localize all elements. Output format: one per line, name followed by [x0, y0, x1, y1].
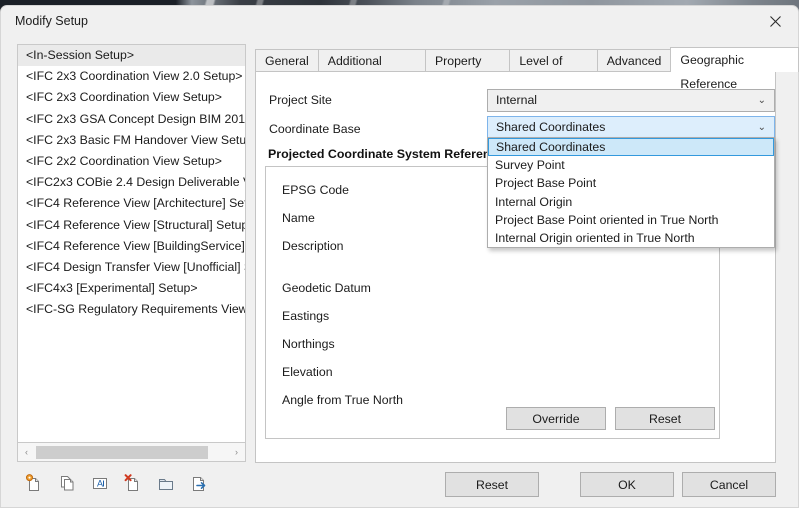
- tab-property-sets[interactable]: Property Sets: [424, 49, 511, 90]
- modify-setup-dialog: Modify Setup <In-Session Setup> <IFC 2x3…: [0, 5, 799, 508]
- geodetic-datum-label: Geodetic Datum: [282, 281, 371, 295]
- setup-list[interactable]: <In-Session Setup> <IFC 2x3 Coordination…: [17, 44, 246, 443]
- override-button[interactable]: Override: [506, 407, 606, 430]
- chevron-down-icon: ⌄: [757, 95, 766, 106]
- coordinate-base-dropdown[interactable]: Shared Coordinates Survey Point Project …: [487, 137, 775, 249]
- list-item[interactable]: <IFC4 Reference View [BuildingService] S…: [18, 236, 245, 257]
- ok-button[interactable]: OK: [580, 472, 674, 497]
- name-label: Name: [282, 211, 315, 225]
- dropdown-option[interactable]: Survey Point: [488, 156, 774, 174]
- list-item[interactable]: <IFC 2x3 Coordination View Setup>: [18, 87, 245, 108]
- tab-additional-content[interactable]: Additional Content: [317, 49, 426, 90]
- list-item[interactable]: <IFC 2x3 Coordination View 2.0 Setup>: [18, 66, 245, 87]
- elevation-label: Elevation: [282, 365, 333, 379]
- list-item[interactable]: <IFC 2x3 GSA Concept Design BIM 2010 Set…: [18, 109, 245, 130]
- tabstrip: General Additional Content Property Sets…: [255, 47, 799, 91]
- dropdown-option[interactable]: Shared Coordinates: [488, 138, 774, 157]
- list-item[interactable]: <IFC4 Reference View [Structural] Setup>: [18, 215, 245, 236]
- dialog-title: Modify Setup: [15, 14, 88, 28]
- tab-general[interactable]: General: [255, 49, 319, 72]
- section-heading: Projected Coordinate System Reference: [268, 147, 505, 161]
- project-site-label: Project Site: [269, 93, 332, 107]
- scroll-left-icon[interactable]: ‹: [18, 444, 35, 461]
- list-item[interactable]: <IFC4 Design Transfer View [Unofficial] …: [18, 257, 245, 278]
- project-site-value: Internal: [496, 93, 538, 107]
- dropdown-option[interactable]: Internal Origin: [488, 193, 774, 211]
- list-item[interactable]: <IFC 2x3 Basic FM Handover View Setup>: [18, 130, 245, 151]
- list-item[interactable]: <IFC-SG Regulatory Requirements View Set…: [18, 299, 245, 320]
- epsg-code-label: EPSG Code: [282, 183, 349, 197]
- cancel-button[interactable]: Cancel: [682, 472, 776, 497]
- reset-button[interactable]: Reset: [445, 472, 539, 497]
- dropdown-option[interactable]: Project Base Point: [488, 174, 774, 192]
- tab-geographic-reference[interactable]: Geographic Reference: [670, 47, 799, 91]
- list-item[interactable]: <IFC 2x2 Coordination View Setup>: [18, 151, 245, 172]
- dialog-titlebar: Modify Setup: [1, 6, 798, 38]
- angle-from-true-north-label: Angle from True North: [282, 393, 403, 407]
- chevron-down-icon: ⌄: [757, 122, 766, 133]
- setup-list-horizontal-scrollbar[interactable]: ‹ ›: [17, 443, 246, 462]
- coordinate-base-label: Coordinate Base: [269, 122, 361, 136]
- tab-advanced[interactable]: Advanced: [596, 49, 672, 72]
- northings-label: Northings: [282, 337, 335, 351]
- list-item[interactable]: <In-Session Setup>: [18, 45, 245, 67]
- eastings-label: Eastings: [282, 309, 330, 323]
- reset-coordinates-button[interactable]: Reset: [615, 407, 715, 430]
- dropdown-option[interactable]: Project Base Point oriented in True Nort…: [488, 211, 774, 229]
- dialog-footer: Reset OK Cancel: [1, 472, 799, 498]
- coordinate-base-combobox[interactable]: Shared Coordinates ⌄: [487, 116, 775, 139]
- dropdown-option[interactable]: Internal Origin oriented in True North: [488, 229, 774, 247]
- description-label: Description: [282, 239, 344, 253]
- tab-level-of-detail[interactable]: Level of Detail: [509, 49, 598, 90]
- scroll-right-icon[interactable]: ›: [228, 444, 245, 461]
- list-item[interactable]: <IFC4 Reference View [Architecture] Setu…: [18, 193, 245, 214]
- coordinate-base-value: Shared Coordinates: [496, 120, 606, 134]
- scrollbar-thumb[interactable]: [36, 445, 208, 459]
- close-icon[interactable]: [752, 6, 798, 37]
- list-item[interactable]: <IFC2x3 COBie 2.4 Design Deliverable Vie…: [18, 172, 245, 193]
- list-item[interactable]: <IFC4x3 [Experimental] Setup>: [18, 278, 245, 299]
